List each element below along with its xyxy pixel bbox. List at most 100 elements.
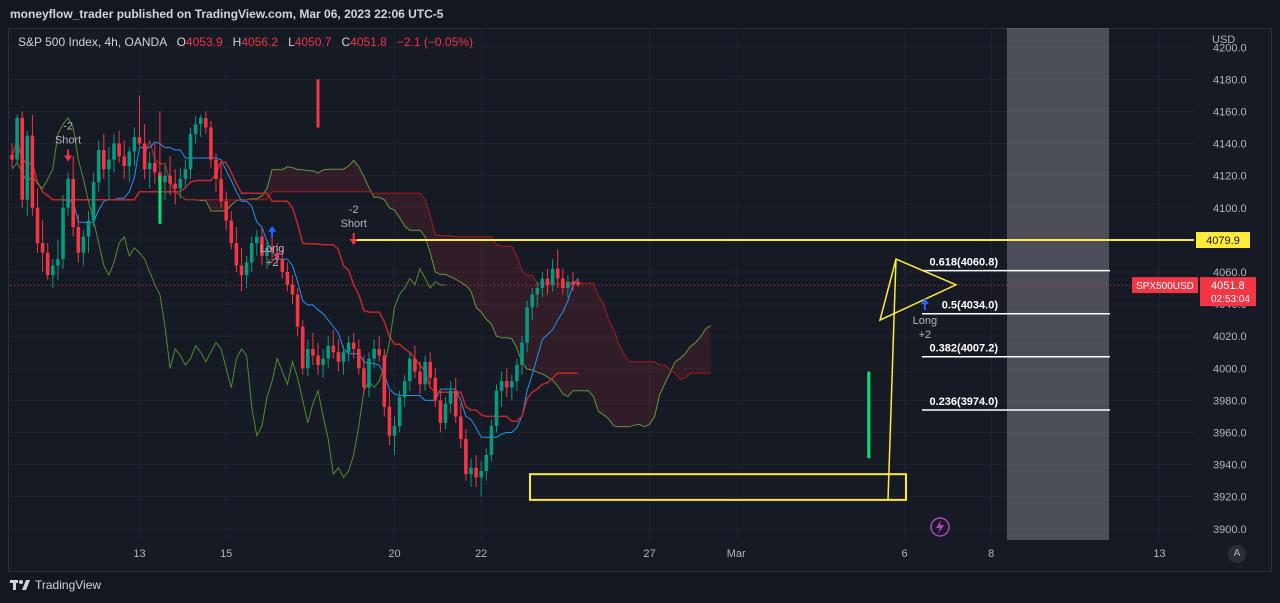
price-tick-label: 3960.0 <box>1213 427 1247 439</box>
candle-body <box>290 284 295 295</box>
price-tick-label: 4000.0 <box>1213 363 1247 375</box>
candle-body <box>204 117 208 128</box>
time-tick-label: Mar <box>727 548 746 560</box>
open-label: O <box>176 35 186 49</box>
candle-body <box>550 268 555 285</box>
candle-body <box>418 371 422 385</box>
high-value: 4056.2 <box>241 35 279 49</box>
candle <box>168 156 172 195</box>
candle <box>112 133 116 173</box>
candle-body <box>504 381 509 388</box>
auto-scale-button[interactable]: A <box>1228 545 1246 563</box>
candle <box>321 349 325 378</box>
candle <box>142 124 147 179</box>
candle-body <box>234 243 239 266</box>
low-value: 4050.7 <box>294 35 332 49</box>
candle-body <box>40 243 45 253</box>
candle-countdown-label: 02:53:04 <box>1211 294 1250 305</box>
candle <box>183 159 188 189</box>
signal-strength-label: -2 <box>63 121 73 133</box>
currency-label: USD <box>1212 34 1236 46</box>
candle-body <box>535 288 540 295</box>
price-chart[interactable]: 0.618(4060.8) 0.5(4034.0) 0.382(4007.2) 0.2… <box>0 0 1280 603</box>
candle <box>331 329 336 359</box>
time-tick-label: 13 <box>133 548 145 560</box>
candle <box>71 156 75 237</box>
candle-body <box>316 355 320 366</box>
candle <box>402 374 407 407</box>
candle-body <box>142 143 147 170</box>
fib-level-label: 0.236(3974.0) <box>930 396 999 408</box>
signal-strength-label: -2 <box>349 204 359 216</box>
candle-body <box>96 149 101 183</box>
time-axis-layer: 13 15 20 22 27 Mar 6 8 13 <box>133 548 1165 560</box>
candle-body <box>362 368 366 388</box>
candle-body <box>214 159 218 179</box>
candle <box>249 236 254 272</box>
time-tick-label: 13 <box>1153 548 1165 560</box>
grid-layer <box>10 28 1194 540</box>
candle-body <box>20 117 24 200</box>
candle-body <box>173 183 177 189</box>
candle-body <box>561 278 565 289</box>
candle-body <box>357 349 361 369</box>
candle <box>209 121 213 168</box>
candle-body <box>413 358 417 372</box>
candle-body <box>494 390 499 427</box>
candle <box>214 153 218 192</box>
candle-body <box>249 243 254 263</box>
candle-body <box>367 358 371 388</box>
signal-strength-label: +2 <box>919 329 932 341</box>
candle-body <box>459 416 463 439</box>
down-arrow-icon <box>349 239 358 246</box>
candle-body <box>35 207 40 244</box>
candle <box>408 352 412 391</box>
candle <box>504 368 509 398</box>
down-arrow-icon <box>64 155 73 162</box>
footer-bar <box>0 572 1280 603</box>
candle-body <box>321 358 325 366</box>
candle-body <box>571 281 575 285</box>
candle-body <box>540 278 545 289</box>
candle <box>428 352 432 385</box>
time-tick-label: 27 <box>643 548 655 560</box>
candle <box>453 377 458 423</box>
candle <box>91 172 96 228</box>
candle <box>382 349 387 417</box>
candle <box>234 227 239 272</box>
candle <box>163 166 167 200</box>
candle <box>178 167 183 199</box>
symbol-tag-label: SPX500USD <box>1136 281 1194 292</box>
candle <box>479 461 483 497</box>
candle <box>377 336 381 362</box>
candle <box>61 194 65 269</box>
candle-body <box>464 438 468 475</box>
candle-body <box>341 352 346 362</box>
candle <box>351 332 356 359</box>
candle-body <box>402 381 407 398</box>
tradingview-brand[interactable]: TradingView <box>10 578 101 592</box>
candle-body <box>351 342 356 350</box>
candle-body <box>525 307 529 343</box>
candle <box>96 140 101 192</box>
candle-body <box>510 381 514 388</box>
time-tick-label: 20 <box>388 548 400 560</box>
candle-body <box>147 162 152 170</box>
candle-body <box>127 151 132 167</box>
candle-body <box>489 426 494 455</box>
candle-body <box>331 345 336 353</box>
candle-body <box>107 159 111 170</box>
candle <box>459 403 463 449</box>
support-zone-box <box>529 473 907 501</box>
candle-body <box>346 342 351 353</box>
candle-body <box>372 349 376 359</box>
candle <box>413 345 417 378</box>
low-label: L <box>288 35 295 49</box>
candle <box>443 397 448 430</box>
candle <box>392 416 397 455</box>
candle <box>25 130 30 216</box>
price-tick-label: 4020.0 <box>1213 331 1247 343</box>
candle <box>10 143 14 168</box>
candle <box>117 130 121 163</box>
candle <box>469 458 473 488</box>
